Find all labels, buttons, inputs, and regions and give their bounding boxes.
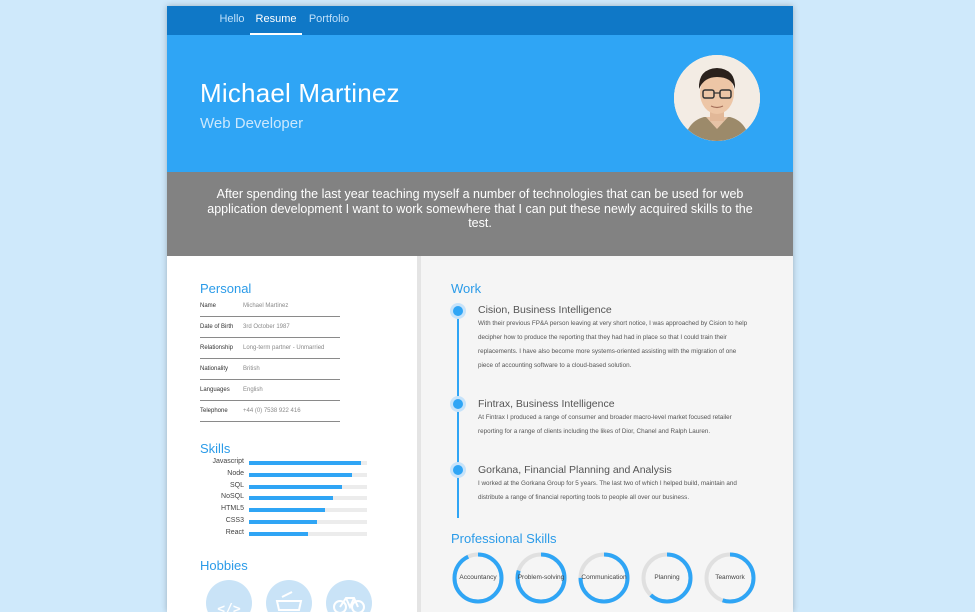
skill-label: Javascript bbox=[212, 458, 244, 465]
skill-ring: Accountancy bbox=[452, 552, 504, 604]
job-description: With their previous FP&A person leaving … bbox=[478, 320, 748, 369]
skill-bar-fill bbox=[249, 496, 333, 501]
nav-resume[interactable]: Resume bbox=[250, 6, 302, 35]
skill-label: HTML5 bbox=[221, 505, 244, 513]
job-description: At Fintrax I produced a range of consume… bbox=[478, 414, 732, 435]
timeline-line bbox=[457, 312, 459, 518]
skill-ring: Teamwork bbox=[704, 552, 756, 604]
work-title: Work bbox=[451, 281, 482, 296]
info-value: 3rd October 1987 bbox=[243, 324, 290, 330]
skill-bar bbox=[249, 484, 367, 489]
skill-bar-fill bbox=[249, 484, 343, 489]
info-row-nationality: Nationality British bbox=[200, 359, 340, 380]
top-nav: Hello Resume Portfolio bbox=[167, 6, 793, 35]
info-value: British bbox=[243, 366, 260, 372]
avatar bbox=[674, 55, 760, 141]
skill-label: NoSQL bbox=[221, 493, 244, 501]
job-title: Fintrax, Business Intelligence bbox=[478, 398, 615, 410]
info-value: English bbox=[243, 387, 263, 393]
info-value: Michael Martinez bbox=[243, 303, 289, 309]
skill-bar bbox=[249, 461, 367, 465]
hobbies-title: Hobbies bbox=[200, 558, 248, 573]
nav-hello[interactable]: Hello bbox=[211, 6, 253, 35]
skill-label: Node bbox=[227, 469, 244, 477]
job-title: Gorkana, Financial Planning and Analysis bbox=[478, 464, 672, 476]
skill-bar bbox=[249, 496, 367, 501]
timeline-dot bbox=[453, 306, 463, 316]
timeline-dot bbox=[453, 399, 463, 409]
skill-bar bbox=[249, 508, 367, 513]
skill-row: NoSQL bbox=[200, 493, 370, 503]
skill-bar bbox=[249, 472, 367, 477]
skill-bar-fill bbox=[249, 461, 362, 465]
professional-skills-title: Professional Skills bbox=[451, 531, 557, 546]
info-label: Languages bbox=[200, 387, 230, 393]
skill-row: SQL bbox=[200, 482, 370, 492]
personal-title: Personal bbox=[200, 281, 252, 296]
info-row-dob: Date of Birth 3rd October 1987 bbox=[200, 317, 340, 338]
skill-row: HTML5 bbox=[200, 505, 370, 515]
info-value: +44 (0) 7538 922 416 bbox=[243, 408, 301, 414]
info-label: Relationship bbox=[200, 345, 234, 351]
skill-ring: Planning bbox=[641, 552, 693, 604]
profile-role: Web Developer bbox=[200, 115, 304, 132]
skill-bar-fill bbox=[249, 520, 318, 524]
resume-page: Hello Resume Portfolio Michael Martinez … bbox=[167, 6, 793, 612]
left-column: Personal Name Michael Martinez Date of B… bbox=[167, 256, 417, 612]
skill-ring-label: Planning bbox=[654, 574, 680, 581]
info-row-relationship: Relationship Long-term partner - Unmarri… bbox=[200, 338, 340, 359]
skill-ring-label: Communication bbox=[581, 574, 627, 581]
skill-ring: Communication bbox=[578, 552, 630, 604]
job-title: Cision, Business Intelligence bbox=[478, 304, 612, 316]
profile-name: Michael Martinez bbox=[200, 78, 400, 108]
skill-label: SQL bbox=[229, 481, 244, 489]
skill-bar-fill bbox=[249, 531, 308, 536]
info-row-telephone: Telephone +44 (0) 7538 922 416 bbox=[200, 401, 340, 422]
intro-text: After spending the last year teaching my… bbox=[207, 187, 753, 230]
skill-ring-label: Teamwork bbox=[715, 574, 745, 581]
job-description: I worked at the Gorkana Group for 5 year… bbox=[478, 480, 737, 501]
skill-label: CSS3 bbox=[225, 517, 244, 524]
info-label: Name bbox=[200, 303, 217, 309]
skill-bar bbox=[249, 520, 367, 524]
skills-title: Skills bbox=[200, 441, 231, 456]
skill-row: CSS3 bbox=[200, 517, 370, 527]
skill-label: React bbox=[225, 528, 244, 536]
skill-bar-fill bbox=[249, 472, 352, 477]
intro-banner: After spending the last year teaching my… bbox=[167, 172, 793, 256]
skill-ring: Problem-solving bbox=[515, 552, 567, 604]
timeline-dot bbox=[453, 465, 463, 475]
nav-portfolio[interactable]: Portfolio bbox=[304, 6, 354, 35]
info-label: Date of Birth bbox=[200, 324, 234, 330]
skill-row: Javascript bbox=[200, 458, 370, 468]
info-label: Nationality bbox=[200, 366, 229, 372]
skill-bar-fill bbox=[249, 508, 325, 513]
info-value: Long-term partner - Unmarried bbox=[243, 345, 325, 351]
svg-text:</>: </> bbox=[217, 602, 241, 612]
skill-row: React bbox=[200, 529, 370, 539]
skill-ring-label: Accountancy bbox=[459, 574, 497, 581]
info-row-languages: Languages English bbox=[200, 380, 340, 401]
skill-ring-label: Problem-solving bbox=[517, 574, 565, 581]
profile-header: Michael Martinez Web Developer bbox=[167, 35, 793, 172]
skill-bar bbox=[249, 531, 367, 536]
skill-row: Node bbox=[200, 470, 370, 480]
info-row-name: Name Michael Martinez bbox=[200, 296, 340, 317]
info-label: Telephone bbox=[200, 408, 228, 414]
